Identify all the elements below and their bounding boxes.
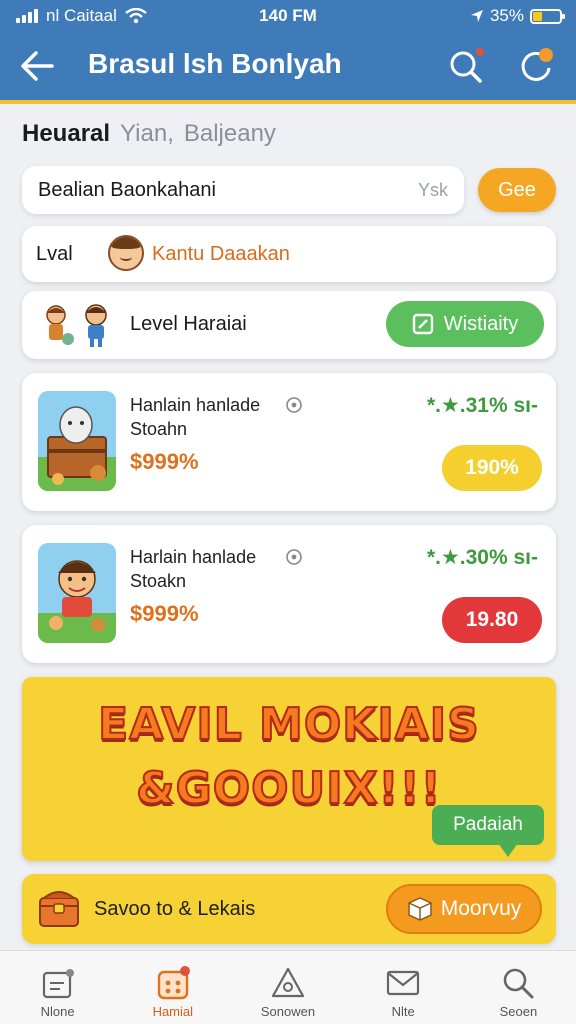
nav-item-game[interactable]: Hamial (115, 951, 230, 1024)
home-icon (42, 969, 74, 999)
product-badge[interactable]: 190% (442, 445, 542, 491)
product-rating: *.★.31% sı- (426, 394, 538, 417)
level-value: Kantu Daaakan (152, 243, 290, 265)
battery-percent: 35% (489, 6, 524, 25)
nav-label: Sonowen (260, 1004, 316, 1019)
promo-button-label: Moorvuy (440, 897, 522, 920)
product-price: $999% (130, 449, 199, 474)
promo-text: Savoo to & Lekais (94, 898, 256, 920)
box-icon (407, 897, 432, 921)
watch-button-label: Wistiaity (443, 312, 519, 335)
bottom-nav: Nlone Hamial Sonowen Nlte Seoen (0, 950, 576, 1024)
product-name: Harlain hanlade Stoakn (130, 547, 257, 591)
tab-bar: Heuaral Yian, Baljeany (22, 120, 276, 148)
product-rating: *.★.30% sı- (426, 546, 538, 569)
avatar (108, 235, 144, 271)
mail-icon (387, 970, 420, 996)
watch-button[interactable]: Wistiaity (386, 301, 544, 347)
nav-item-home[interactable]: Nlone (0, 951, 115, 1024)
level-row[interactable]: Lval Kantu Daaakan (22, 226, 556, 282)
tab-general[interactable]: Heuaral (22, 120, 110, 148)
product-thumbnail (38, 391, 116, 491)
nav-label: Nlte (391, 1004, 415, 1019)
banner-headline: EAVIL MOKIAIS (97, 698, 480, 751)
product-badge[interactable]: 19.80 (442, 597, 542, 643)
promo-button[interactable]: Moorvuy (386, 884, 542, 934)
nav-label: Hamial (152, 1004, 194, 1019)
nav-item-mail[interactable]: Nlte (346, 951, 461, 1024)
nav-item-search[interactable]: Seoen (461, 951, 576, 1024)
product-card[interactable]: Harlain hanlade Stoakn $999% *.★.30% sı-… (22, 525, 556, 663)
game-icon (157, 966, 190, 1000)
tab-second[interactable]: Yian, (120, 120, 174, 148)
back-arrow-icon[interactable] (18, 48, 58, 84)
level-label: Lval (36, 243, 73, 265)
page-title: Brasul lsh Bonlyah (88, 48, 342, 79)
battery-icon (530, 8, 565, 24)
go-button[interactable]: Gee (478, 168, 556, 212)
tag-icon (286, 397, 302, 413)
promo-row: Savoo to & Lekais Moorvuy (22, 874, 556, 944)
notifications-button[interactable] (516, 46, 556, 86)
location-arrow-icon (470, 10, 483, 22)
tag-icon (286, 549, 302, 565)
app-header: nl Caitaal 140 FM 35% Brasul lsh Bonlyah (0, 0, 576, 104)
product-name: Hanlain hanlade Stoahn (130, 395, 261, 439)
nav-label: Seoen (499, 1004, 538, 1019)
search-hint: Ysk (417, 180, 448, 200)
speech-bubble[interactable]: Padaiah (432, 805, 544, 857)
tab-third[interactable]: Baljeany (184, 120, 276, 148)
search-input[interactable]: Bealian Baonkahani Ysk (22, 166, 464, 214)
product-price: $999% (130, 601, 199, 626)
chest-icon (39, 891, 79, 927)
level-label: Level Haraiai (130, 313, 247, 335)
nav-item-discover[interactable]: Sonowen (230, 951, 345, 1024)
status-bar: nl Caitaal 140 FM 35% (0, 0, 576, 32)
product-card[interactable]: Hanlain hanlade Stoahn $999% *.★.31% sı-… (22, 373, 556, 511)
search-row: Bealian Baonkahani Ysk Gee (22, 166, 556, 214)
triangle-icon (271, 967, 305, 998)
characters-icon (46, 304, 107, 347)
level-progress-row: Level Haraiai Wistiaity (22, 291, 556, 359)
promo-banner[interactable]: EAVIL MOKIAIS &GOOUIX!!! Padaiah (22, 677, 556, 861)
edit-icon (412, 313, 433, 335)
product-thumbnail (38, 543, 116, 643)
nav-label: Nlone (40, 1004, 75, 1019)
search-icon (504, 968, 534, 999)
search-value: Bealian Baonkahani (38, 179, 216, 201)
search-button[interactable] (446, 46, 486, 86)
